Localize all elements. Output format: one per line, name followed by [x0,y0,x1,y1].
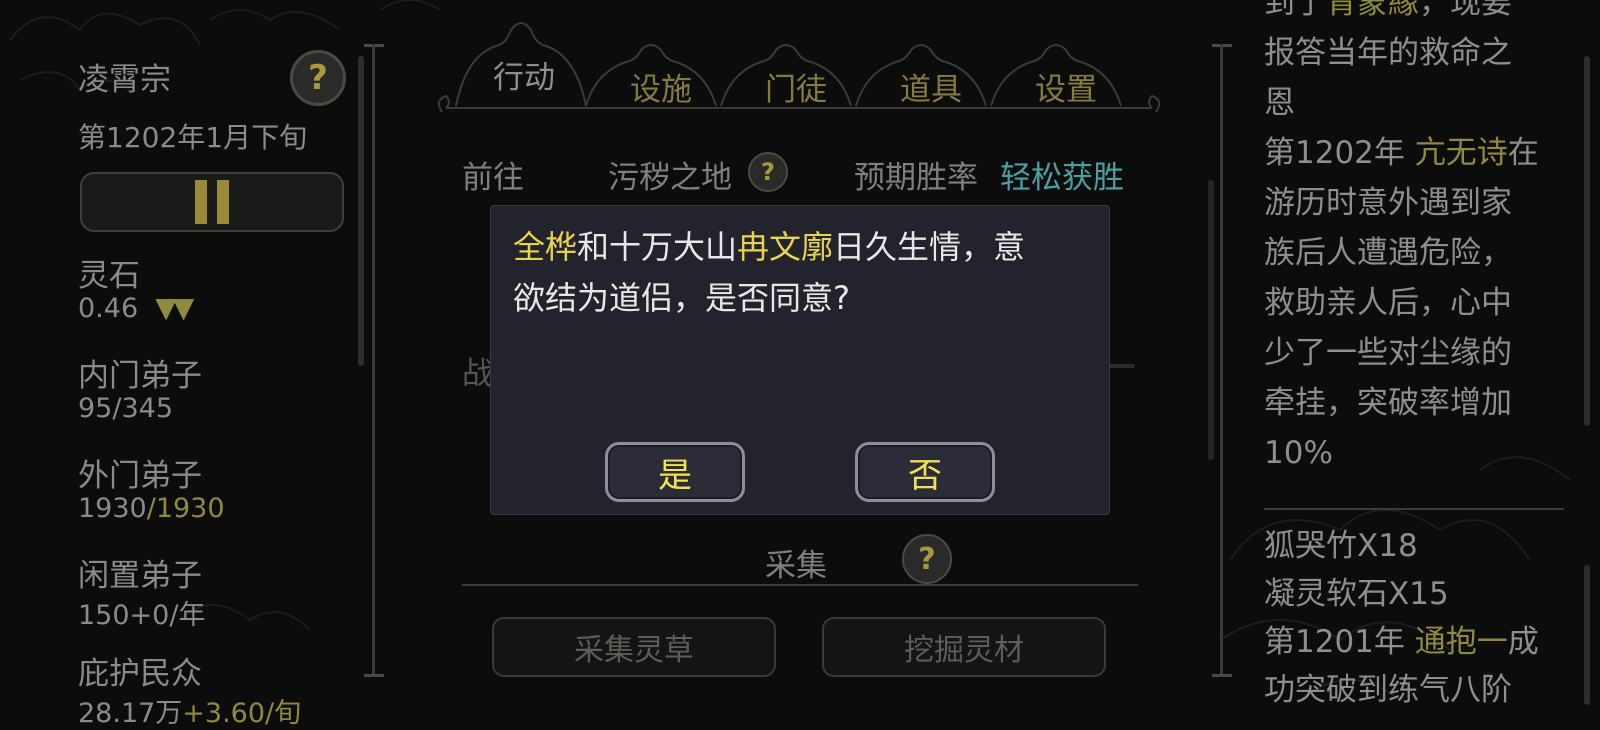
log-line: 族后人遭遇危险， [1264,235,1512,271]
right-divider-cap-bottom [1212,674,1232,677]
log-line: 凝灵软石X15 [1264,576,1449,612]
go-label: 前往 [462,160,524,196]
log-line: 救助亲人后，心中 [1264,285,1512,321]
gather-help-button[interactable]: ? [902,534,952,584]
sect-name: 凌霄宗 [78,62,171,98]
win-rate-value: 轻松获胜 [1000,160,1124,196]
pause-button[interactable] [80,172,344,232]
tab-disciples[interactable]: 门徒 [765,64,827,109]
stat-value: 28.17万 [78,698,183,729]
character-name: 全桦 [513,228,578,266]
sect-help-button[interactable]: ? [290,50,346,106]
stat-label: 外门弟子 [78,458,202,494]
stat-rate: +3.60/旬 [182,698,302,729]
stat-spirit-stone: 灵石 0.46 ▼▼ [78,250,194,324]
tab-settings[interactable]: 设置 [1035,64,1097,109]
stat-idle-disciples: 闲置弟子 150+0/年 [78,550,205,632]
log-line: 游历时意外遇到家 [1264,185,1512,221]
log-line: 到了青蒙緣，现要 [1264,0,1512,21]
stat-label: 庇护民众 [78,656,202,692]
left-divider [372,44,375,674]
log-line: 报答当年的救命之 [1264,35,1512,71]
dig-materials-button[interactable]: 挖掘灵材 [822,617,1106,677]
win-rate-label: 预期胜率 [854,160,978,196]
log-scrollbar[interactable] [1584,56,1590,426]
stat-value: 1930 [78,493,147,524]
no-button[interactable]: 否 [855,442,995,502]
stat-label: 内门弟子 [78,358,202,394]
tab-items[interactable]: 道具 [900,64,962,109]
question-icon: ? [308,58,328,98]
dialog-message: 全桦和十万大山冉文廓日久生情，意 欲结为道侣，是否同意? [513,228,1026,317]
game-date: 第1202年1月下旬 [78,121,308,154]
destination-help-button[interactable]: ? [748,152,788,192]
stat-label: 闲置弟子 [78,558,202,594]
reward-log: 狐哭竹X18 凝灵软石X15 第1201年 通抱一成 功突破到练气八阶 [1264,522,1584,714]
stat-label: 灵石 [78,258,140,294]
log-line: 第1201年 通抱一成 [1264,624,1539,660]
pause-icon [195,180,229,224]
left-scrollbar[interactable] [358,56,364,366]
stat-capacity: /345 [112,393,173,424]
yes-button[interactable]: 是 [605,442,745,502]
stat-outer-disciples: 外门弟子 1930/1930 [78,450,225,524]
tab-action[interactable]: 行动 [493,52,555,97]
gather-herbs-button[interactable]: 采集灵草 [492,617,776,677]
gather-divider [462,584,1138,586]
tab-facilities[interactable]: 设施 [630,64,692,109]
log-line: 功突破到练气八阶 [1264,672,1512,708]
question-icon: ? [918,541,936,577]
gather-section-title: 采集 [765,548,827,584]
log-line: 恩 [1264,85,1295,121]
stat-capacity: /1930 [146,493,225,524]
stat-value: 95 [78,393,113,424]
decrease-arrows-icon: ▼▼ [155,291,194,324]
log-line: 10% [1264,435,1333,471]
question-icon: ? [761,158,775,186]
stat-rate: +0/年 [129,600,206,631]
log-line: 第1202年 亢无诗在 [1264,135,1539,171]
marriage-dialog: 全桦和十万大山冉文廓日久生情，意 欲结为道侣，是否同意? 是 否 [490,205,1110,515]
stat-value: 0.46 [78,293,139,324]
reward-scrollbar[interactable] [1584,565,1590,705]
right-divider [1220,44,1223,674]
event-log: 到了青蒙緣，现要 报答当年的救命之 恩 第1202年 亢无诗在 游历时意外遇到家… [1264,0,1584,478]
left-divider-cap-bottom [364,674,384,677]
log-line: 少了一些对尘缘的 [1264,335,1512,371]
log-line: 狐哭竹X18 [1264,528,1418,564]
log-divider [1264,508,1564,510]
stat-protected-people: 庇护民众 28.17万+3.60/旬 [78,648,301,730]
character-name: 冉文廓 [737,228,834,266]
stat-value: 150 [78,600,130,631]
log-line: 牵挂，突破率增加 [1264,385,1512,421]
center-scrollbar[interactable] [1208,180,1214,460]
stat-inner-disciples: 内门弟子 95/345 [78,350,202,424]
destination-name[interactable]: 污秽之地 [608,152,732,197]
